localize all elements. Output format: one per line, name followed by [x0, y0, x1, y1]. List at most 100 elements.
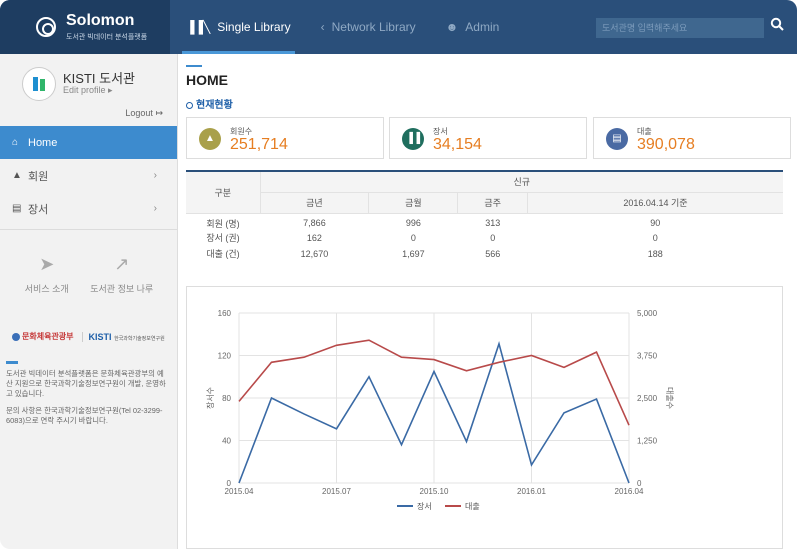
- logout-icon: ↦: [155, 108, 163, 118]
- table-cell: 0: [652, 232, 658, 243]
- table-cell: 7,866: [303, 218, 326, 228]
- y-right-tick-label: 3,750: [637, 352, 658, 361]
- nav-label: Network Library: [331, 20, 416, 34]
- chart-panel: 0 0 40 1,250 80 2,500 120 3,750 160 5,000 2015.04 2…: [186, 286, 783, 549]
- paper-plane-icon: ➤: [39, 254, 55, 274]
- table-row: 대출 (건) 12,670 1,697 566 188: [186, 246, 783, 262]
- loan-collection-chart: 0 040 1,25080 2,500120 3,750160 5,0002015.04 2…: [205, 309, 675, 511]
- table-cell: 566: [485, 248, 501, 259]
- sidebar-item-label: Home: [28, 136, 58, 149]
- profile-panel: KISTI 도서관 Edit profile ▸ Logout ↦: [0, 54, 177, 126]
- x-tick-label: 2015.07: [322, 487, 351, 496]
- library-info-naru-link[interactable]: ↗ 도서관 정보 나루: [90, 254, 153, 295]
- table-cell: 313: [485, 218, 501, 228]
- main-content: HOME 현재현황 ▲ 회원수 251,714 ▐▐ 장서 34,154 ▤ 대…: [186, 54, 791, 549]
- table-cell: 1,697: [402, 248, 425, 259]
- brand-subtitle: 도서관 빅데이터 분석플랫폼: [66, 33, 148, 41]
- x-tick-label: 2015.04: [225, 487, 254, 496]
- user-settings-icon: ☻: [445, 20, 459, 34]
- table-cell: 0: [410, 232, 416, 243]
- app-window: Solomon 도서관 빅데이터 분석플랫폼 ▐▐╲ Single Librar…: [0, 0, 797, 549]
- stat-value: 251,714: [230, 136, 288, 153]
- stat-value: 390,078: [637, 136, 695, 153]
- nav-admin[interactable]: ☻ Admin: [446, 0, 500, 54]
- section-title-text: 현재현황: [196, 100, 233, 111]
- y-left-tick-label: 40: [222, 437, 231, 446]
- stat-card-members: ▲ 회원수 251,714: [186, 117, 384, 159]
- table-col-header: 2016.04.14 기준: [526, 192, 783, 214]
- user-icon: ▲: [12, 170, 22, 181]
- logout-link[interactable]: Logout ↦: [125, 108, 163, 119]
- y-left-tick-label: 80: [222, 394, 231, 403]
- share-icon: ‹: [320, 20, 325, 34]
- sidebar-item-collection[interactable]: ▤ 장서 ›: [0, 192, 177, 225]
- table-row-label: 회원 (명): [206, 218, 240, 229]
- table-row-label: 대출 (건): [206, 249, 240, 259]
- legend-label: 대출: [465, 501, 480, 511]
- quicklink-label: 서비스 소개: [24, 284, 69, 294]
- nav-single-library[interactable]: ▐▐╲ Single Library: [182, 0, 295, 54]
- table-col-header: 금주: [457, 192, 528, 214]
- y-left-axis-label: 장서수: [205, 387, 215, 409]
- library-avatar: [22, 67, 56, 101]
- table-cell: 162: [306, 232, 322, 243]
- x-tick-label: 2015.10: [420, 487, 449, 496]
- sidebar-item-members[interactable]: ▲ 회원 ›: [0, 159, 177, 192]
- library-books-icon: ▐▐╲: [186, 20, 211, 34]
- service-intro-link[interactable]: ➤ 서비스 소개: [25, 254, 69, 295]
- new-stats-table: 구분 신규 금년 금월 금주 2016.04.14 기준 회원 (명) 7,86…: [186, 170, 783, 262]
- table-cell: 188: [647, 248, 663, 259]
- y-left-tick-label: 120: [218, 352, 232, 361]
- book-loan-icon: ▤: [606, 128, 628, 150]
- home-icon: ⌂: [12, 137, 19, 148]
- y-right-tick-label: 1,250: [637, 437, 658, 446]
- kisti-full-name: 한국과학기술정보연구원: [114, 335, 165, 342]
- nav-label: Admin: [465, 20, 500, 34]
- person-icon: ▲: [199, 128, 221, 150]
- kisti-name: KISTI: [88, 331, 112, 342]
- x-tick-label: 2016.01: [517, 487, 546, 496]
- ministry-emblem-icon: [12, 332, 20, 341]
- brand-text: Solomon 도서관 빅데이터 분석플랫폼: [66, 11, 148, 42]
- nav-label: Single Library: [217, 20, 291, 34]
- sidebar-item-label: 장서: [28, 203, 49, 216]
- quicklink-label: 도서관 정보 나루: [90, 284, 154, 294]
- top-nav: ▐▐╲ Single Library ‹ Network Library ☻ A…: [182, 0, 529, 54]
- table-row: 회원 (명) 7,866 996 313 90: [186, 213, 783, 230]
- stat-card-loans: ▤ 대출 390,078: [593, 117, 791, 159]
- stat-value: 34,154: [433, 136, 482, 153]
- chevron-right-icon: ›: [153, 170, 157, 181]
- nav-network-library[interactable]: ‹ Network Library: [321, 0, 416, 54]
- sidebar-divider: [0, 229, 177, 230]
- table-row-label: 장서 (권): [206, 233, 240, 243]
- table-col-header: 금년: [259, 192, 369, 214]
- table-col-header: 금월: [368, 192, 458, 214]
- search-button[interactable]: [770, 17, 790, 37]
- legend-label: 장서: [417, 501, 432, 511]
- brand-title: Solomon: [66, 11, 135, 29]
- brand[interactable]: Solomon 도서관 빅데이터 분석플랫폼: [0, 0, 170, 54]
- circle-bullet-icon: [186, 102, 193, 109]
- search-input[interactable]: [596, 18, 764, 38]
- partner-logos: 문화체육관광부 KISTI 한국과학기술정보연구원: [12, 331, 165, 342]
- book-icon: ▤: [12, 203, 22, 214]
- top-bar: Solomon 도서관 빅데이터 분석플랫폼 ▐▐╲ Single Librar…: [0, 0, 797, 54]
- page-title: HOME: [186, 72, 228, 88]
- table-cell: 90: [650, 218, 661, 228]
- ministry-logo: 문화체육관광부: [12, 331, 74, 342]
- chevron-right-icon: ›: [153, 203, 157, 214]
- y-left-tick-label: 160: [218, 309, 232, 318]
- quicklinks: ➤ 서비스 소개 ↗ 도서관 정보 나루: [0, 254, 178, 295]
- sidebar-item-home[interactable]: ⌂ Home: [0, 126, 177, 159]
- table-group-header: 신규: [259, 171, 783, 193]
- stat-card-collection: ▐▐ 장서 34,154: [389, 117, 587, 159]
- table-cell: 12,670: [300, 248, 329, 259]
- y-right-axis-label: 대출수: [665, 387, 675, 409]
- ministry-name: 문화체육관광부: [22, 332, 74, 341]
- info-accent-bar: [6, 361, 18, 364]
- x-tick-label: 2016.04: [615, 487, 644, 496]
- info-paragraph: 도서관 빅데이터 분석플랫폼은 문화체육관광부의 예산 지원으로 한국과학기술정…: [6, 369, 166, 398]
- kisti-logo: KISTI 한국과학기술정보연구원: [81, 331, 165, 342]
- edit-profile-link[interactable]: Edit profile ▸: [63, 85, 113, 96]
- y-right-tick-label: 2,500: [637, 394, 658, 403]
